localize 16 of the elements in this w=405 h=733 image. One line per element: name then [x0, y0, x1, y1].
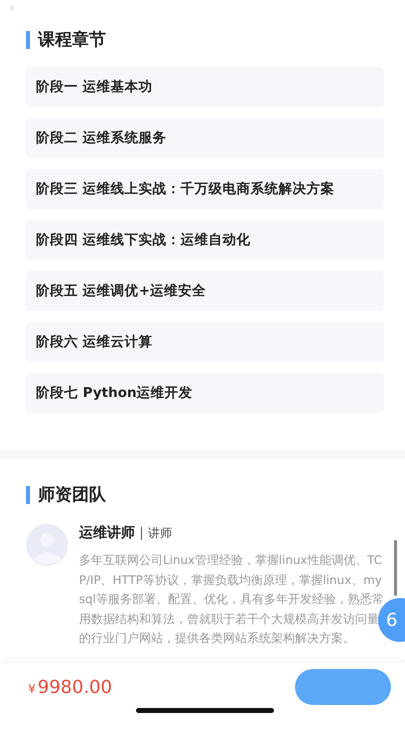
scrollbar: [394, 540, 397, 596]
chapter-item[interactable]: 阶段二 运维系统服务: [26, 118, 384, 158]
price: ¥9980.00: [28, 676, 112, 698]
chapter-item[interactable]: 阶段六 运维云计算: [26, 322, 384, 362]
chapter-item[interactable]: 阶段七 Python运维开发: [26, 373, 384, 413]
chapter-item[interactable]: 阶段四 运维线下实战：运维自动化: [26, 220, 384, 260]
chapter-item[interactable]: 阶段一 运维基本功: [26, 67, 384, 107]
teacher-role: 讲师: [148, 524, 172, 542]
section-title: 课程章节: [38, 29, 106, 51]
chapter-item[interactable]: 阶段三 运维线上实战：千万级电商系统解决方案: [26, 169, 384, 209]
title-accent: [26, 30, 30, 48]
chapter-item[interactable]: 阶段五 运维调优+运维安全: [26, 271, 384, 311]
section-title: 师资团队: [38, 484, 106, 506]
buy-button[interactable]: [295, 669, 391, 705]
title-accent: [26, 486, 30, 504]
teacher-name: 运维讲师: [79, 524, 135, 542]
